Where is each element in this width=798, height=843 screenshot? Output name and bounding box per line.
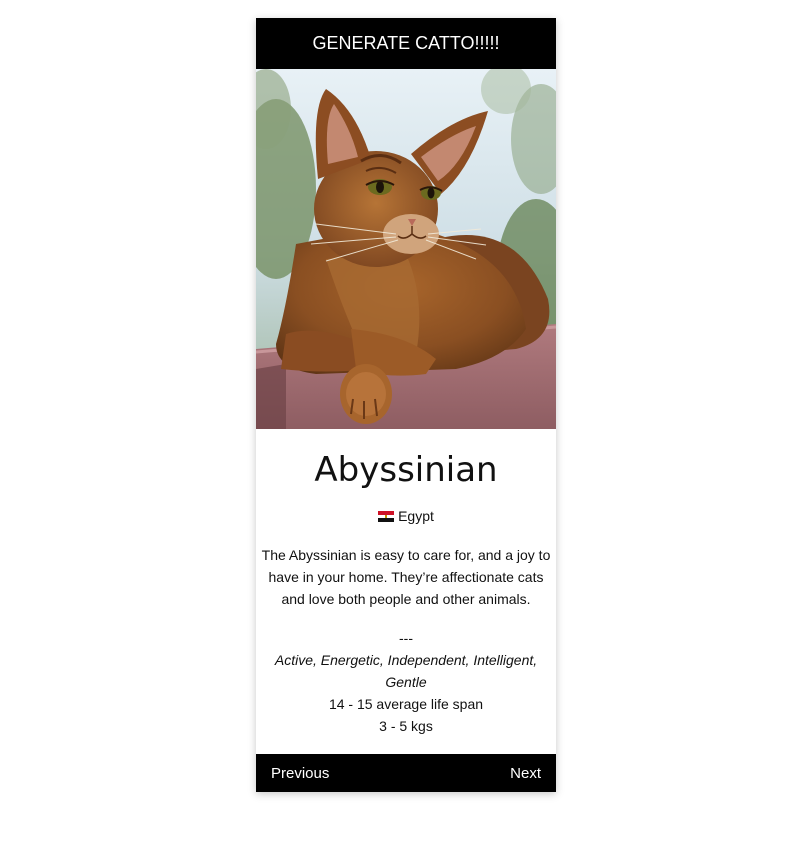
cat-image: [256, 69, 556, 429]
life-span: 14 - 15 average life span: [328, 696, 484, 712]
previous-button[interactable]: Previous: [271, 765, 329, 782]
origin-country: Egypt: [398, 508, 434, 524]
pagination-bar: Previous Next: [256, 754, 556, 792]
generate-catto-button[interactable]: GENERATE CATTO!!!!!: [256, 18, 556, 69]
breed-description: The Abyssinian is easy to care for, and …: [261, 547, 551, 607]
origin: Egypt: [256, 507, 556, 525]
cat-photo: [256, 69, 556, 429]
next-button[interactable]: Next: [510, 765, 541, 782]
separator: ---: [399, 630, 413, 646]
weight: 3 - 5 kgs: [379, 718, 433, 734]
temperament: Active, Energetic, Independent, Intellig…: [274, 652, 538, 690]
cat-card: GENERATE CATTO!!!!! Abyssinian Egypt The…: [256, 18, 556, 792]
breed-name: Abyssinian: [314, 450, 498, 490]
breed-info: Abyssinian Egypt The Abyssinian is easy …: [256, 429, 556, 754]
egypt-flag-icon: [378, 511, 395, 522]
